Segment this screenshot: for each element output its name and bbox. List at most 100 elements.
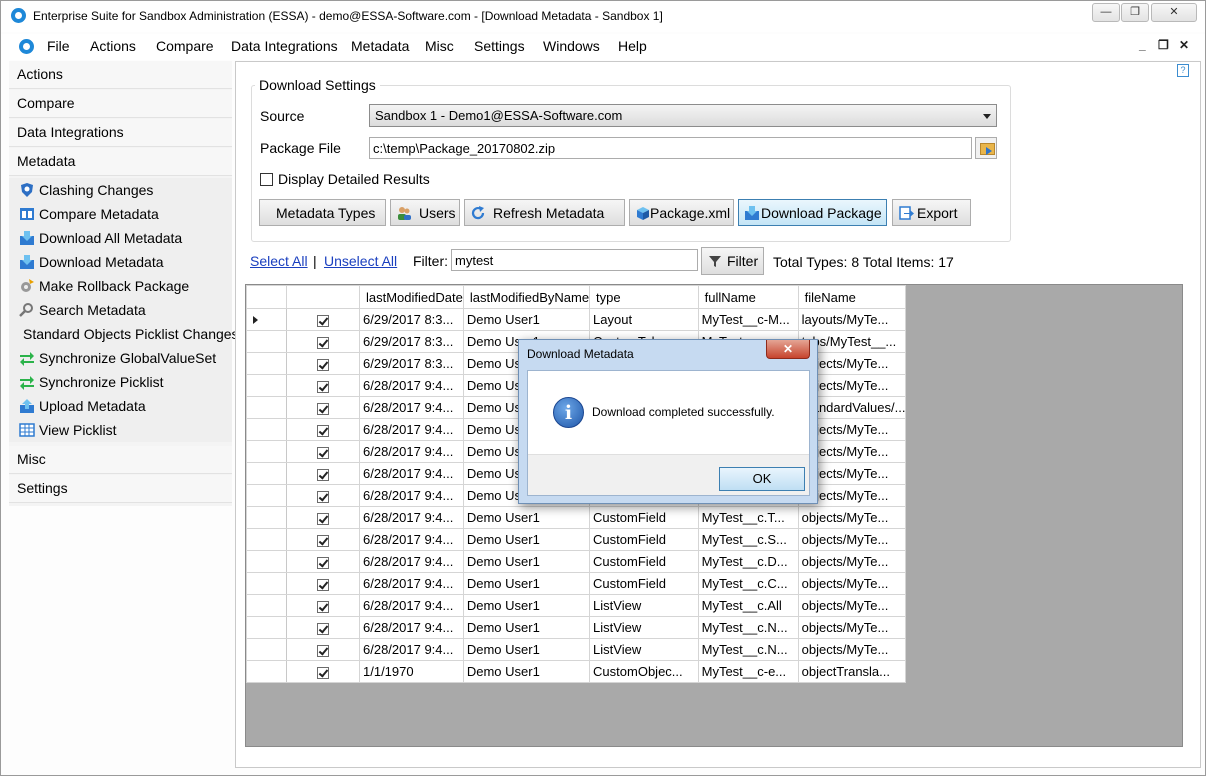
table-row[interactable]: 6/28/2017 9:4...Demo User1CustomFieldMyT…	[246, 506, 907, 529]
column-header-lastmodifieddate[interactable]: lastModifiedDate	[359, 285, 464, 309]
mdi-restore-button[interactable]: ❐	[1158, 38, 1169, 52]
row-header[interactable]	[246, 440, 287, 463]
menu-windows[interactable]: Windows	[543, 38, 600, 54]
row-header[interactable]	[246, 374, 287, 397]
row-header[interactable]	[246, 528, 287, 551]
sidebar-item-compare-metadata[interactable]: Compare Metadata	[9, 202, 232, 226]
menu-settings[interactable]: Settings	[474, 38, 525, 54]
row-header[interactable]	[246, 572, 287, 595]
row-checkbox[interactable]	[317, 314, 329, 327]
sidebar-item-view-picklist[interactable]: View Picklist	[9, 418, 232, 442]
help-icon[interactable]: ?	[1177, 64, 1189, 77]
table-row[interactable]: 6/28/2017 9:4...Demo User1CustomFieldMyT…	[246, 528, 907, 551]
sidebar-section-data-integrations[interactable]: Data Integrations	[9, 119, 232, 147]
sidebar-item-synchronize-globalvalueset[interactable]: Synchronize GlobalValueSet	[9, 346, 232, 370]
sidebar-item-download-all-metadata[interactable]: Download All Metadata	[9, 226, 232, 250]
filter-button[interactable]: Filter	[701, 247, 764, 275]
row-header[interactable]	[246, 506, 287, 529]
row-checkbox[interactable]	[317, 556, 329, 569]
row-header[interactable]	[246, 484, 287, 507]
source-dropdown[interactable]: Sandbox 1 - Demo1@ESSA-Software.com	[369, 104, 997, 127]
row-checkbox[interactable]	[317, 666, 329, 679]
maximize-button[interactable]: ❐	[1121, 3, 1149, 22]
menu-data-integrations[interactable]: Data Integrations	[231, 38, 338, 54]
metadata-types-button[interactable]: Metadata Types	[259, 199, 386, 226]
row-checkbox[interactable]	[317, 402, 329, 415]
close-window-button[interactable]: ✕	[1151, 3, 1197, 22]
sidebar-item-make-rollback-package[interactable]: Make Rollback Package	[9, 274, 232, 298]
sidebar-item-synchronize-picklist[interactable]: Synchronize Picklist	[9, 370, 232, 394]
row-checkbox[interactable]	[317, 578, 329, 591]
row-checkbox[interactable]	[317, 424, 329, 437]
package-file-input[interactable]: c:\temp\Package_20170802.zip	[369, 137, 972, 159]
table-row[interactable]: 6/28/2017 9:4...Demo User1CustomFieldMyT…	[246, 550, 907, 573]
row-header[interactable]	[246, 308, 287, 331]
row-select-cell	[286, 528, 360, 551]
row-header[interactable]	[246, 330, 287, 353]
row-checkbox[interactable]	[317, 600, 329, 613]
row-checkbox[interactable]	[317, 490, 329, 503]
row-checkbox[interactable]	[317, 512, 329, 525]
row-checkbox[interactable]	[317, 446, 329, 459]
column-header-fullname[interactable]: fullName	[697, 285, 799, 309]
row-header[interactable]	[246, 616, 287, 639]
row-header[interactable]	[246, 352, 287, 375]
row-header[interactable]	[246, 550, 287, 573]
browse-folder-button[interactable]	[975, 137, 997, 159]
row-header[interactable]	[246, 638, 287, 661]
table-row[interactable]: 6/28/2017 9:4... Demo User1 ListView MyTest…	[246, 638, 907, 661]
table-row[interactable]: 6/28/2017 9:4... Demo User1 ListView MyTest…	[246, 594, 907, 617]
sidebar-section-misc[interactable]: Misc	[9, 446, 232, 474]
export-button[interactable]: Export	[892, 199, 971, 226]
ok-button[interactable]: OK	[719, 467, 805, 491]
row-checkbox[interactable]	[317, 644, 329, 657]
sidebar-section-actions[interactable]: Actions	[9, 61, 232, 89]
filter-input[interactable]: mytest	[451, 249, 698, 271]
column-header-select[interactable]	[286, 285, 360, 309]
row-header[interactable]	[246, 418, 287, 441]
row-header[interactable]	[246, 660, 287, 683]
column-header-type[interactable]: type	[589, 285, 699, 309]
table-row[interactable]: 6/28/2017 9:4... Demo User1 ListView MyTest…	[246, 616, 907, 639]
menu-file[interactable]: File	[47, 38, 70, 54]
row-checkbox[interactable]	[317, 622, 329, 635]
mdi-close-button[interactable]: ✕	[1179, 38, 1189, 52]
table-row[interactable]: 6/29/2017 8:3... Demo User1 Layout MyTest__…	[246, 308, 907, 331]
table-row[interactable]: 6/28/2017 9:4...Demo User1CustomFieldMyT…	[246, 572, 907, 595]
sidebar-item-clashing-changes[interactable]: Clashing Changes	[9, 178, 232, 202]
column-header-lastmodifiedbyname[interactable]: lastModifiedByName	[462, 285, 591, 309]
row-checkbox[interactable]	[317, 380, 329, 393]
row-header[interactable]	[246, 462, 287, 485]
users-button[interactable]: Users	[390, 199, 460, 226]
row-header[interactable]	[246, 396, 287, 419]
row-checkbox[interactable]	[317, 468, 329, 481]
dialog-close-button[interactable]: ✕	[766, 340, 810, 359]
sidebar-section-compare[interactable]: Compare	[9, 90, 232, 118]
download-package-button[interactable]: Download Package	[738, 199, 887, 226]
display-detailed-checkbox[interactable]	[260, 173, 273, 186]
sidebar-item-upload-metadata[interactable]: Upload Metadata	[9, 394, 232, 418]
menu-actions[interactable]: Actions	[90, 38, 136, 54]
menu-metadata[interactable]: Metadata	[351, 38, 409, 54]
refresh-metadata-button[interactable]: Refresh Metadata	[464, 199, 625, 226]
sidebar-section-settings[interactable]: Settings	[9, 475, 232, 503]
menu-help[interactable]: Help	[618, 38, 647, 54]
column-header-filename[interactable]: fileName	[797, 285, 907, 309]
menu-misc[interactable]: Misc	[425, 38, 454, 54]
row-checkbox[interactable]	[317, 534, 329, 547]
row-checkbox[interactable]	[317, 336, 329, 349]
menu-logo-icon[interactable]	[19, 39, 34, 54]
sidebar-item-download-metadata[interactable]: Download Metadata	[9, 250, 232, 274]
sidebar-item-search-metadata[interactable]: Search Metadata	[9, 298, 232, 322]
package-xml-button[interactable]: Package.xml	[629, 199, 734, 226]
menu-compare[interactable]: Compare	[156, 38, 214, 54]
table-row[interactable]: 1/1/1970 Demo User1 CustomObjec... MyTest__…	[246, 660, 907, 683]
unselect-all-link[interactable]: Unselect All	[324, 253, 397, 269]
row-header[interactable]	[246, 594, 287, 617]
sidebar-item-standard-objects-picklist-changes[interactable]: Standard Objects Picklist Changes	[9, 322, 239, 346]
select-all-link[interactable]: Select All	[250, 253, 308, 269]
minimize-button[interactable]: —	[1092, 3, 1120, 22]
row-checkbox[interactable]	[317, 358, 329, 371]
sidebar-section-metadata[interactable]: Metadata	[9, 148, 232, 176]
mdi-minimize-button[interactable]: _	[1139, 38, 1146, 52]
